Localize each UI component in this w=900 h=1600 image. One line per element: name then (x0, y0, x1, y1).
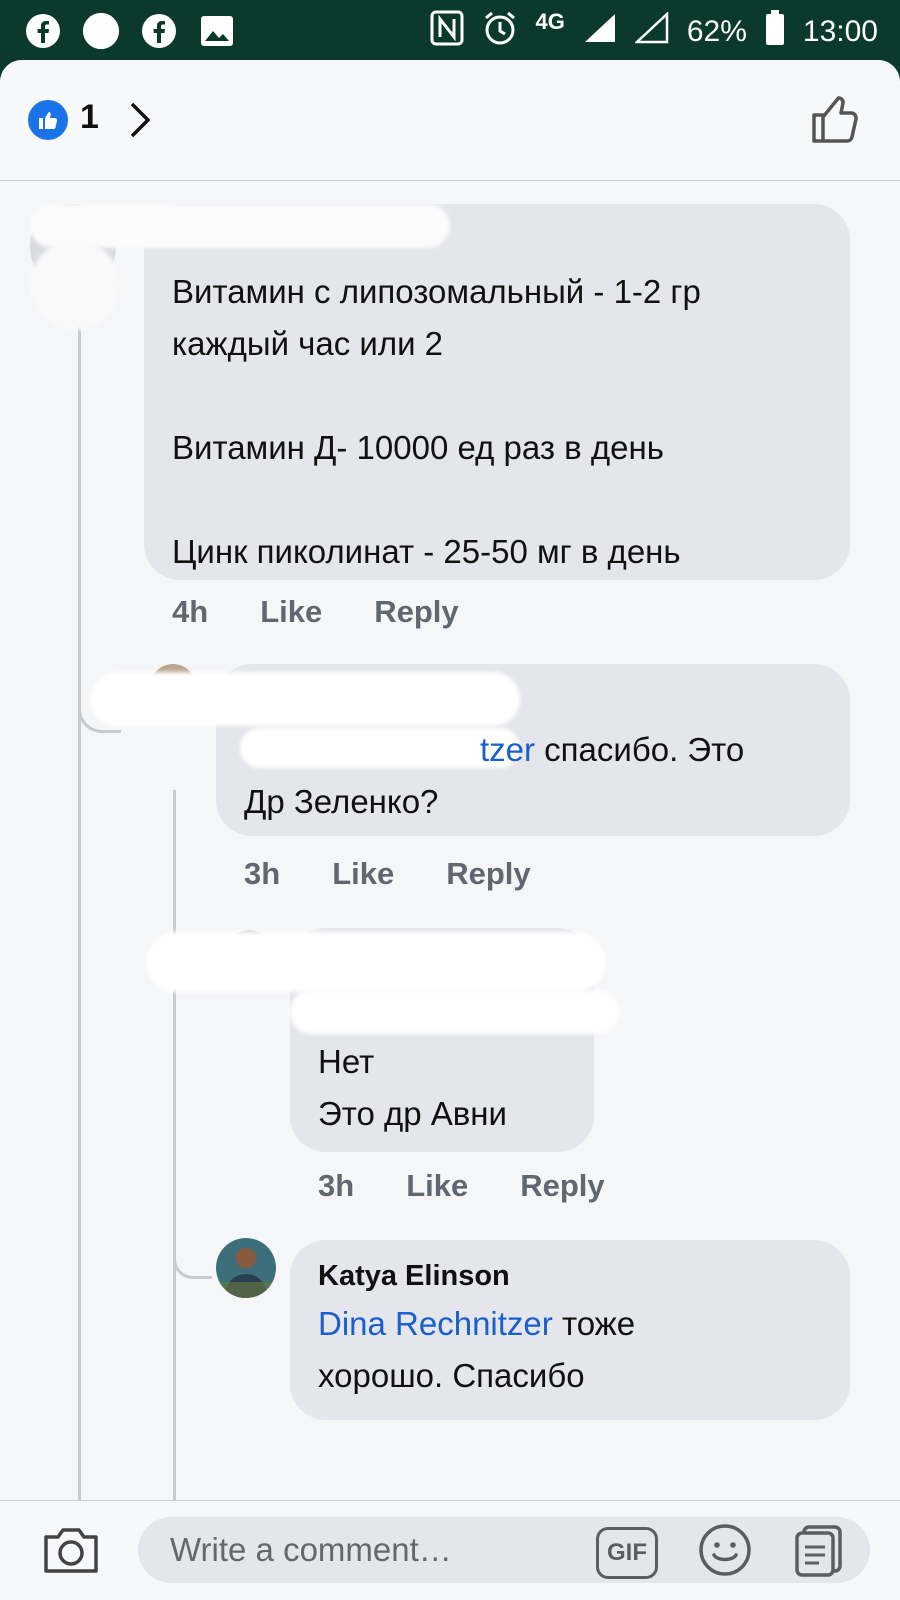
comment-text: Нет Это др Авни (318, 1043, 507, 1132)
image-notification-icon (198, 12, 236, 50)
comment-input[interactable]: Write a comment… GIF (138, 1517, 870, 1583)
battery-icon (765, 10, 785, 54)
chevron-right-icon[interactable] (128, 100, 152, 140)
like-count[interactable]: 1 (80, 98, 99, 137)
battery-percent: 62% (686, 15, 747, 48)
comment-actions: 4h Like Reply (172, 594, 459, 630)
camera-icon[interactable] (40, 1519, 102, 1581)
sticker-icon[interactable] (792, 1523, 846, 1579)
avatar[interactable] (216, 1238, 276, 1298)
comment-time: 4h (172, 594, 209, 629)
comment-text: Витамин с липозомальный - 1-2 гр каждый … (172, 273, 701, 570)
comment-text: Dina Rechnitzer тоже хорошо. Спасибо (318, 1305, 636, 1394)
redacted-name (30, 204, 450, 248)
reactions-header: 1 (0, 60, 900, 181)
emoji-icon[interactable] (698, 1523, 752, 1577)
thread-line (173, 790, 176, 1500)
comments-sheet: 1 Витамин с липозомальный - 1-2 гр кажды… (0, 60, 900, 1600)
comment-time: 3h (318, 1168, 355, 1203)
circle-notification-icon (82, 12, 120, 50)
redacted-name (146, 932, 606, 992)
comment-author[interactable]: Katya Elinson (318, 1260, 510, 1293)
like-outline-button[interactable] (810, 93, 862, 145)
mention-link[interactable]: tzer (480, 731, 535, 768)
facebook-notification-icon (140, 12, 178, 50)
thread-line (78, 325, 81, 1500)
facebook-notification-icon (24, 12, 62, 50)
nfc-icon (430, 10, 464, 54)
mention-link[interactable]: Dina Rechnitzer (318, 1305, 553, 1342)
comment-actions: 3h Like Reply (244, 856, 531, 892)
redacted-name (90, 672, 520, 726)
signal-icon (583, 12, 617, 52)
comment-text: tzer спасибо. Это Др Зеленко? (244, 731, 745, 820)
like-button[interactable]: Like (406, 1168, 468, 1204)
reply-button[interactable]: Reply (520, 1168, 604, 1204)
comment-actions: 3h Like Reply (318, 1168, 605, 1204)
clock: 13:00 (802, 15, 878, 48)
redacted-avatar (30, 240, 120, 330)
comment-time: 3h (244, 856, 281, 891)
like-reaction-icon[interactable] (28, 100, 68, 140)
redacted-mention (290, 990, 620, 1034)
reply-button[interactable]: Reply (374, 594, 458, 630)
signal-empty-icon (633, 11, 669, 52)
thread-connector (173, 1252, 212, 1279)
like-button[interactable]: Like (260, 594, 322, 630)
like-button[interactable]: Like (332, 856, 394, 892)
comment-composer: Write a comment… GIF (0, 1500, 900, 1600)
reply-button[interactable]: Reply (446, 856, 530, 892)
status-bar: 4G 62% 13:00 (0, 0, 900, 62)
gif-button[interactable]: GIF (596, 1527, 658, 1579)
alarm-icon (482, 10, 518, 54)
comment-input-placeholder: Write a comment… (170, 1531, 452, 1568)
network-type: 4G (535, 9, 565, 34)
